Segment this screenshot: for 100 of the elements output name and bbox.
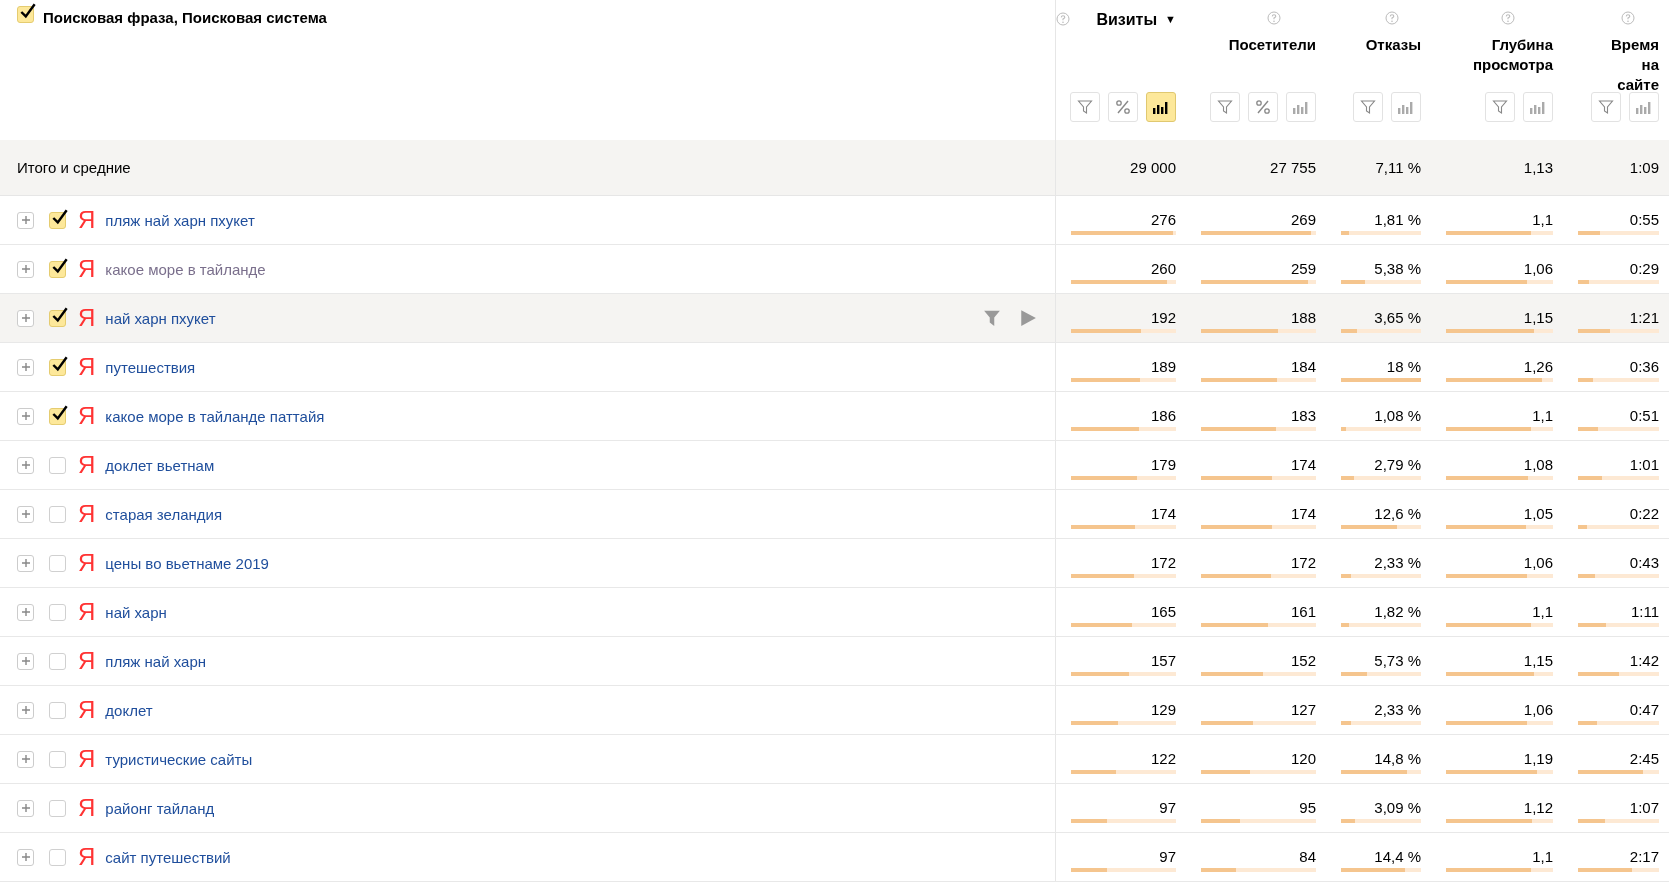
bars-button[interactable] bbox=[1146, 92, 1176, 122]
expand-button[interactable] bbox=[17, 456, 34, 474]
expand-button[interactable] bbox=[17, 211, 34, 229]
metric-value: 5,38 % bbox=[1374, 260, 1421, 277]
expand-button[interactable] bbox=[17, 260, 34, 278]
metric-value: 3,09 % bbox=[1374, 799, 1421, 816]
filter-button[interactable] bbox=[1070, 92, 1100, 122]
checkbox[interactable] bbox=[49, 260, 66, 278]
search-phrase-link[interactable]: какое море в тайланде bbox=[105, 260, 266, 278]
metric-value: 172 bbox=[1150, 554, 1176, 571]
filter-icon[interactable] bbox=[983, 309, 1001, 327]
expand-button[interactable] bbox=[17, 750, 34, 768]
metric-value: 1,19 bbox=[1523, 750, 1553, 767]
checkbox[interactable] bbox=[49, 701, 66, 719]
total-value: 7,11 % bbox=[1375, 159, 1421, 176]
column-header[interactable]: Посетители bbox=[1228, 35, 1316, 55]
metric-value: 1,15 bbox=[1523, 652, 1553, 669]
search-phrase-link[interactable]: най харн пхукет bbox=[105, 309, 216, 327]
checkbox[interactable] bbox=[49, 309, 66, 327]
checkbox[interactable] bbox=[49, 603, 66, 621]
filter-icon bbox=[1360, 99, 1376, 115]
search-phrase-link[interactable]: най харн bbox=[105, 603, 167, 621]
metric-value: 1,82 % bbox=[1374, 603, 1421, 620]
column-header[interactable]: Отказы bbox=[1365, 35, 1421, 55]
search-phrase-link[interactable]: доклет bbox=[105, 701, 153, 719]
filter-button[interactable] bbox=[1353, 92, 1383, 122]
search-phrase-link[interactable]: туристические сайты bbox=[105, 750, 253, 768]
checkbox[interactable] bbox=[49, 750, 66, 768]
filter-icon bbox=[1598, 99, 1614, 115]
search-phrase-link[interactable]: доклет вьетнам bbox=[105, 456, 215, 474]
metric-value: 0:22 bbox=[1629, 505, 1659, 522]
metric-value: 184 bbox=[1290, 358, 1316, 375]
bar-chart-icon bbox=[1397, 100, 1415, 114]
search-phrase-link[interactable]: районг тайланд bbox=[105, 799, 215, 817]
expand-button[interactable] bbox=[17, 358, 34, 376]
metric-value: 2,33 % bbox=[1374, 701, 1421, 718]
checkbox[interactable] bbox=[49, 358, 66, 376]
column-header[interactable]: Время на сайте bbox=[1599, 35, 1659, 95]
metric-value: 18 % bbox=[1386, 358, 1421, 375]
expand-button[interactable] bbox=[17, 407, 34, 425]
help-icon[interactable] bbox=[1384, 11, 1399, 25]
column-header[interactable]: Глубина просмотра bbox=[1458, 35, 1553, 75]
expand-button[interactable] bbox=[17, 799, 34, 817]
search-phrase-link[interactable]: путешествия bbox=[105, 358, 196, 376]
help-icon[interactable] bbox=[1267, 11, 1282, 25]
search-phrase-link[interactable]: какое море в тайланде паттайя bbox=[105, 407, 325, 425]
checkbox[interactable] bbox=[49, 848, 66, 866]
expand-button[interactable] bbox=[17, 309, 34, 327]
percent-button[interactable] bbox=[1108, 92, 1138, 122]
percent-button[interactable] bbox=[1248, 92, 1278, 122]
metric-value: 183 bbox=[1290, 407, 1316, 424]
column-header[interactable]: Визиты bbox=[1096, 10, 1158, 30]
plus-icon bbox=[20, 607, 31, 617]
filter-button[interactable] bbox=[1210, 92, 1240, 122]
checkbox[interactable] bbox=[49, 505, 66, 523]
expand-button[interactable] bbox=[17, 603, 34, 621]
metric-value: 1,1 bbox=[1532, 407, 1553, 424]
metric-value: 122 bbox=[1150, 750, 1176, 767]
totals-label: Итого и средние bbox=[17, 159, 131, 176]
search-engine-logo: Я bbox=[78, 451, 96, 479]
checkbox[interactable] bbox=[49, 211, 66, 229]
search-phrase-link[interactable]: старая зеландия bbox=[105, 505, 223, 523]
search-phrase-link[interactable]: пляж най харн пхукет bbox=[105, 211, 255, 229]
plus-icon bbox=[20, 558, 31, 568]
metric-value: 179 bbox=[1150, 456, 1176, 473]
checkbox[interactable] bbox=[49, 554, 66, 572]
filter-button[interactable] bbox=[1591, 92, 1621, 122]
checkbox[interactable] bbox=[17, 6, 34, 23]
expand-button[interactable] bbox=[17, 652, 34, 670]
expand-button[interactable] bbox=[17, 554, 34, 572]
metric-value: 1:11 bbox=[1630, 603, 1659, 620]
metric-value: 276 bbox=[1150, 211, 1176, 228]
checkbox[interactable] bbox=[49, 456, 66, 474]
plus-icon bbox=[20, 264, 31, 274]
metric-value: 2,33 % bbox=[1374, 554, 1421, 571]
play-icon[interactable] bbox=[1019, 309, 1037, 327]
metric-value: 1,06 bbox=[1523, 260, 1553, 277]
expand-button[interactable] bbox=[17, 701, 34, 719]
filter-button[interactable] bbox=[1485, 92, 1515, 122]
help-icon[interactable] bbox=[1621, 11, 1635, 25]
metric-value: 120 bbox=[1290, 750, 1316, 767]
metric-value: 1:21 bbox=[1629, 309, 1659, 326]
expand-button[interactable] bbox=[17, 848, 34, 866]
checkbox[interactable] bbox=[49, 652, 66, 670]
plus-icon bbox=[20, 509, 31, 519]
metric-value: 259 bbox=[1290, 260, 1316, 277]
help-icon[interactable] bbox=[1056, 12, 1071, 26]
filter-icon bbox=[1217, 99, 1233, 115]
search-phrase-link[interactable]: цены во вьетнаме 2019 bbox=[105, 554, 269, 572]
sort-indicator[interactable]: ▼ bbox=[1165, 13, 1176, 25]
help-icon[interactable] bbox=[1501, 11, 1515, 25]
metric-value: 269 bbox=[1290, 211, 1316, 228]
metric-value: 95 bbox=[1299, 799, 1316, 816]
checkbox[interactable] bbox=[49, 407, 66, 425]
search-phrase-link[interactable]: сайт путешествий bbox=[105, 848, 231, 866]
metric-value: 3,65 % bbox=[1374, 309, 1421, 326]
expand-button[interactable] bbox=[17, 505, 34, 523]
metric-value: 97 bbox=[1159, 799, 1176, 816]
search-phrase-link[interactable]: пляж най харн bbox=[105, 652, 206, 670]
checkbox[interactable] bbox=[49, 799, 66, 817]
